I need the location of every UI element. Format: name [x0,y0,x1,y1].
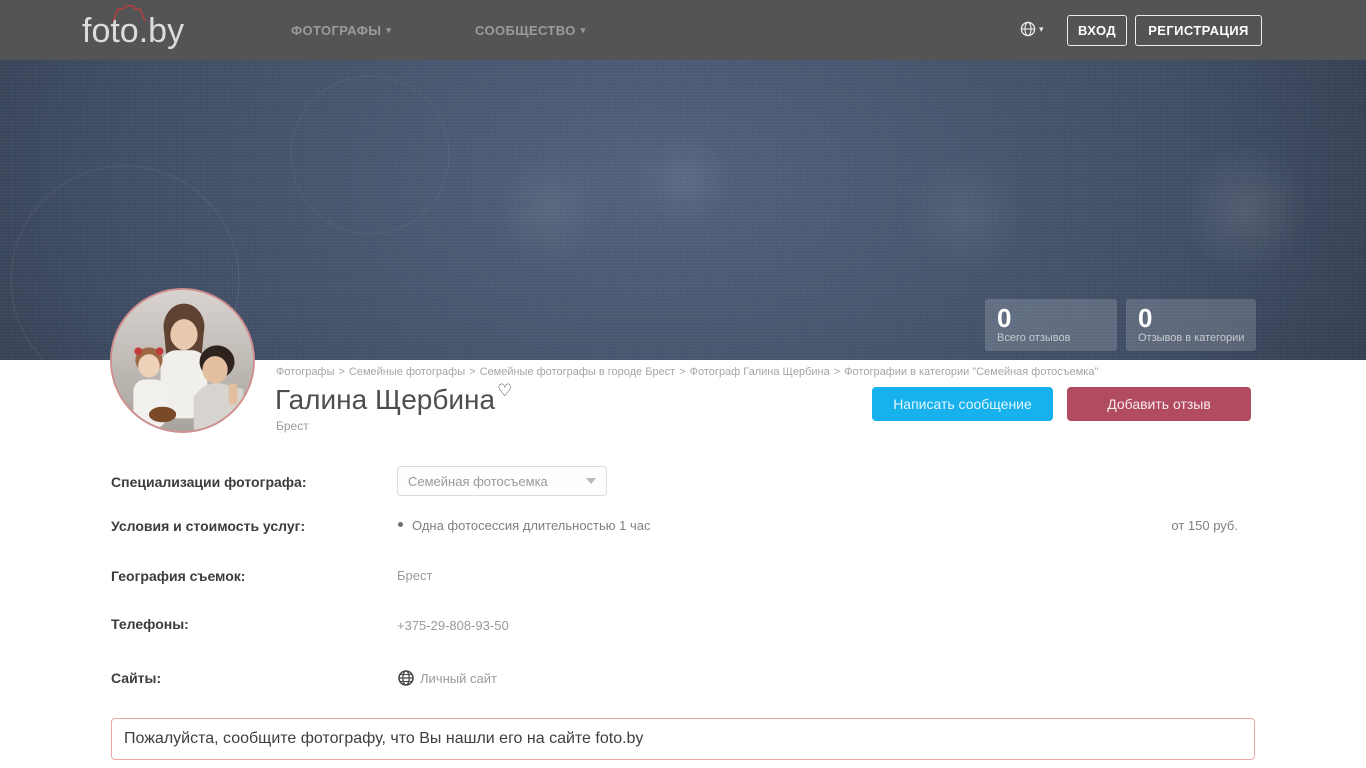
language-selector[interactable]: ▾ [1020,21,1044,37]
breadcrumb: Фотографы > Семейные фотографы > Семейны… [276,366,1098,378]
pricing-price: от 150 руб. [1171,518,1238,533]
profile-city: Брест [276,419,309,433]
phone-value: +375-29-808-93-50 [397,618,509,633]
stat-category-reviews-label: Отзывов в категории [1138,332,1245,344]
stat-total-reviews-value: 0 [997,303,1012,333]
chevron-down-icon: ▾ [1039,23,1044,34]
pricing-item: Одна фотосессия длительностью 1 час [412,518,651,533]
profile-header: Галина Щербина ♡ [275,382,512,416]
nav-community-label: СООБЩЕСТВО [475,22,576,38]
breadcrumb-link[interactable]: Семейные фотографы в городе Брест [480,366,676,378]
page-title: Галина Щербина [275,384,496,415]
bullet-icon [398,522,403,527]
stat-category-reviews: 0 Отзывов в категории [1126,299,1256,351]
breadcrumb-link[interactable]: Фотографии в категории "Семейная фотосъе… [844,366,1098,378]
personal-site-row[interactable]: Личный сайт [398,670,497,686]
breadcrumb-separator: > [469,366,476,378]
breadcrumb-separator: > [679,366,686,378]
add-review-button[interactable]: Добавить отзыв [1067,387,1251,421]
page: foto.by ФОТОГРАФЫ ▾ СООБЩЕСТВО ▾ ▾ ВХОД … [0,0,1366,768]
family-photo-placeholder [112,290,253,431]
nav-photographers-label: ФОТОГРАФЫ [291,22,382,38]
phones-label: Телефоны: [111,616,189,632]
register-button[interactable]: РЕГИСТРАЦИЯ [1135,15,1262,46]
login-button[interactable]: ВХОД [1067,15,1127,46]
sites-label: Сайты: [111,670,162,686]
top-navbar: foto.by ФОТОГРАФЫ ▾ СООБЩЕСТВО ▾ ▾ ВХОД … [0,0,1366,60]
favorite-heart-icon[interactable]: ♡ [497,382,512,399]
website-globe-icon [398,670,414,686]
globe-icon [1020,21,1036,37]
breadcrumb-separator: > [833,366,841,378]
site-logo[interactable]: foto.by [82,5,192,54]
specialization-select[interactable]: Семейная фотосъемка [397,466,607,496]
notice-banner: Пожалуйста, сообщите фотографу, что Вы н… [111,718,1255,760]
breadcrumb-link[interactable]: Фотограф Галина Щербина [690,366,830,378]
send-message-button[interactable]: Написать сообщение [872,387,1053,421]
nav-photographers[interactable]: ФОТОГРАФЫ ▾ [291,0,391,60]
nav-community[interactable]: СООБЩЕСТВО ▾ [475,0,586,60]
specializations-label: Специализации фотографа: [111,474,307,490]
breadcrumb-link[interactable]: Фотографы [276,366,334,378]
chevron-down-icon [586,478,596,484]
profile-photo [110,288,255,433]
pricing-label: Условия и стоимость услуг: [111,518,306,534]
stat-category-reviews-value: 0 [1138,303,1153,333]
chevron-down-icon: ▾ [386,24,392,35]
chevron-down-icon: ▾ [580,24,586,35]
geography-value: Брест [397,568,433,583]
stat-total-reviews-label: Всего отзывов [997,332,1071,344]
breadcrumb-link[interactable]: Семейные фотографы [349,366,465,378]
stat-total-reviews: 0 Всего отзывов [985,299,1117,351]
camera-outline-icon [112,5,146,21]
personal-site-link[interactable]: Личный сайт [420,671,497,686]
geography-label: География съемок: [111,568,246,584]
specialization-selected-value: Семейная фотосъемка [408,473,548,489]
breadcrumb-separator: > [338,366,345,378]
